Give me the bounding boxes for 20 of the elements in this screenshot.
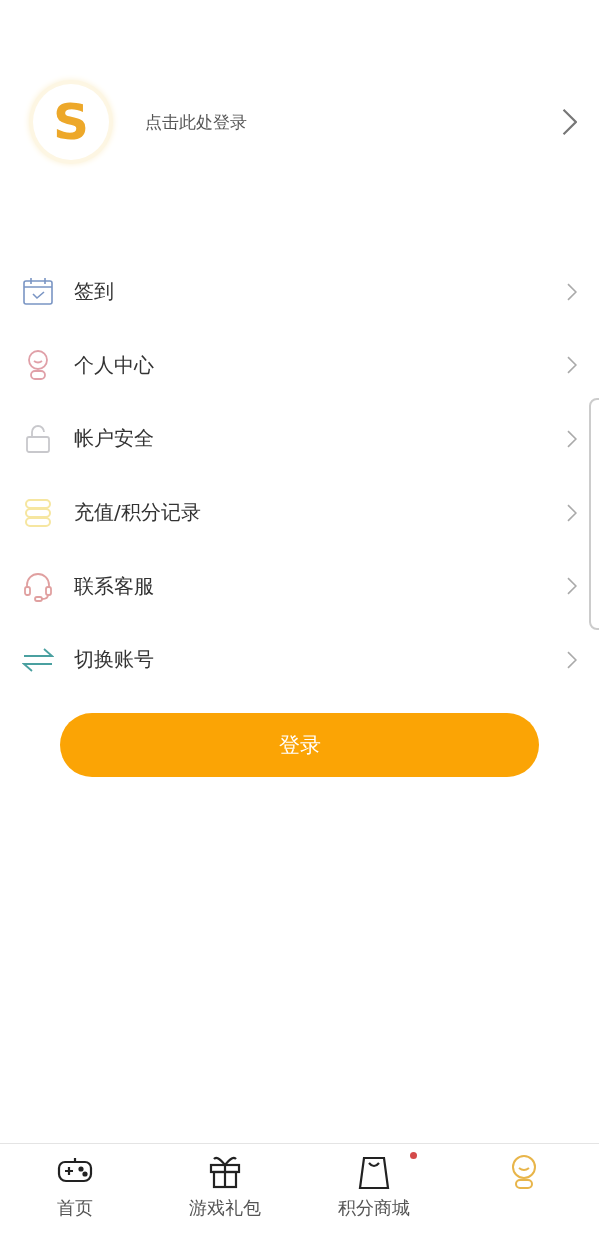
coin-stack-icon	[22, 496, 54, 529]
login-prompt[interactable]: 点击此处登录	[145, 110, 562, 134]
chevron-right-icon	[567, 282, 577, 301]
tab-label[interactable]: 积分商城	[338, 1196, 411, 1220]
menu-item[interactable]: 签到	[74, 278, 568, 306]
menu-item[interactable]: 个人中心	[74, 351, 568, 379]
chevron-right-icon	[567, 577, 577, 596]
chevron-right-icon	[561, 108, 577, 136]
tab-label[interactable]: 游戏礼包	[188, 1196, 261, 1220]
tab-label[interactable]: 首页	[56, 1196, 93, 1220]
headset-icon	[22, 570, 54, 603]
menu-item[interactable]: 联系客服	[74, 572, 568, 600]
menu-item[interactable]: 充值/积分记录	[74, 499, 568, 527]
menu-item[interactable]: 切换账号	[74, 646, 568, 674]
chevron-right-icon	[567, 650, 577, 669]
chevron-right-icon	[567, 503, 577, 522]
chevron-right-icon	[567, 430, 577, 448]
calendar-icon	[22, 275, 54, 308]
chevron-right-icon	[567, 356, 577, 375]
menu-item[interactable]: 帐户安全	[74, 425, 568, 453]
